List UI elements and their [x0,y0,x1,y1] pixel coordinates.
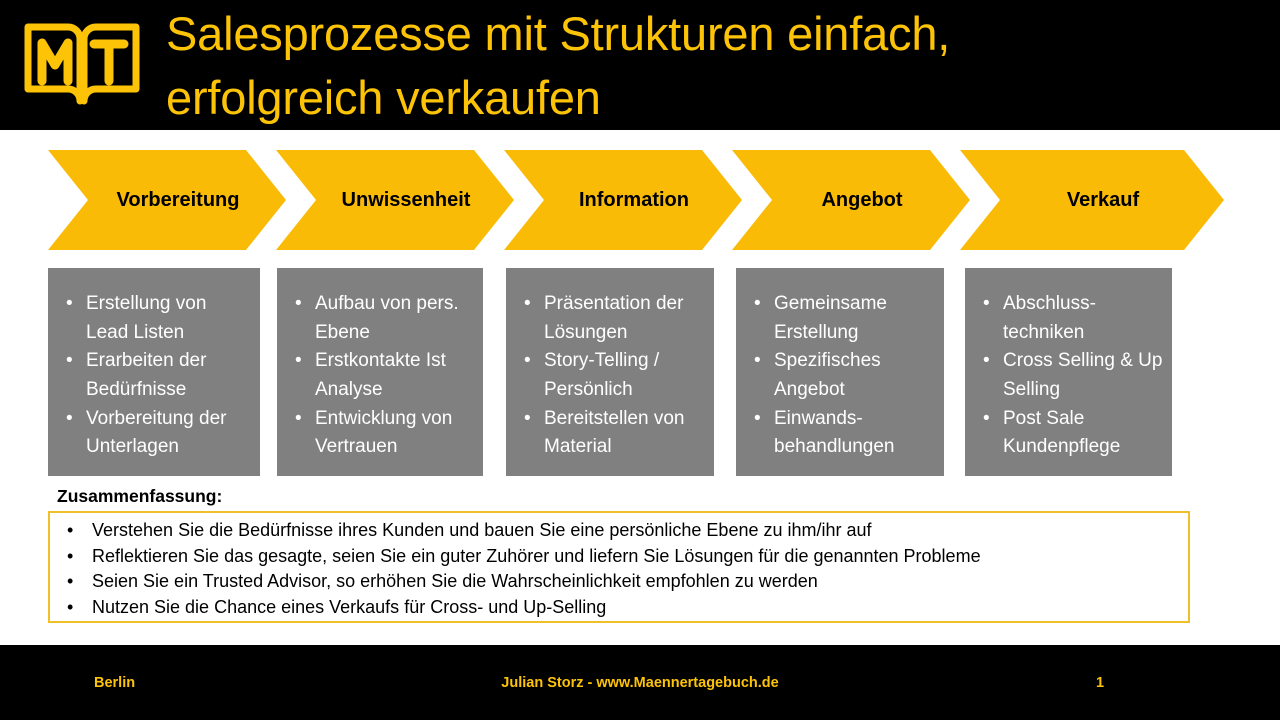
bullet-icon: • [754,407,761,429]
bullet-icon: • [66,407,73,429]
summary-list: • Verstehen Sie die Bedürfnisse ihres Kun… [50,518,1188,620]
bullet-icon: • [983,350,990,372]
summary-box: • Verstehen Sie die Bedürfnisse ihres Kun… [48,511,1190,623]
list-item-label: Erstkontakte Ist Analyse [315,350,446,401]
list-item-label: Spezifisches Angebot [774,350,881,401]
list-item: • Reflektieren Sie das gesagte, seien Sie… [50,544,1188,570]
detail-list: • Aufbau von pers. Ebene • Erstkontakte Is… [285,290,475,462]
bullet-icon: • [754,350,761,372]
list-item-label: Story-Telling / Persönlich [544,350,660,401]
slide-header: Salesprozesse mit Strukturen einfach, er… [0,0,1280,130]
bullet-icon: • [983,293,990,314]
bullet-icon: • [295,350,302,372]
process-chevron-row: Vorbereitung Unwissenheit Information An… [48,150,1224,250]
list-item-label: Abschluss-techniken [1003,293,1096,343]
bullet-icon: • [295,293,302,314]
bullet-icon: • [66,350,73,372]
bullet-icon: • [524,407,531,429]
list-item: • Erarbeiten der Bedürfnisse [56,347,252,404]
list-item: • Erstellung von Lead Listen [56,290,252,347]
detail-box-information: • Präsentation der Lösungen • Story-Tellin… [506,268,714,476]
list-item-label: Seien Sie ein Trusted Advisor, so erhöhe… [92,571,818,591]
list-item: • Nutzen Sie die Chance eines Verkaufs fü… [50,595,1188,621]
detail-list: • Abschluss-techniken • Cross Selling & Up… [973,290,1164,462]
bullet-icon: • [524,350,531,372]
list-item-label: Präsentation der Lösungen [544,293,684,343]
list-item-label: Einwands-behandlungen [774,407,895,458]
footer-page-number: 1 [1095,675,1105,691]
open-book-mt-logo-icon [24,23,140,105]
list-item: • Post Sale Kundenpflege [973,405,1164,462]
list-item: • Cross Selling & Up Selling [973,347,1164,404]
bullet-icon: • [67,596,74,617]
detail-list: • Gemeinsame Erstellung • Spezifisches Ang… [744,290,936,462]
bullet-icon: • [66,293,73,314]
list-item: • Abschluss-techniken [973,290,1164,347]
list-item: • Präsentation der Lösungen [514,290,706,347]
list-item: • Verstehen Sie die Bedürfnisse ihres Kun… [50,518,1188,544]
slide-footer: Berlin Julian Storz - www.Maennertagebuc… [0,645,1280,720]
slide: Salesprozesse mit Strukturen einfach, er… [0,0,1280,720]
detail-box-unwissenheit: • Aufbau von pers. Ebene • Erstkontakte Is… [277,268,483,476]
detail-list: • Erstellung von Lead Listen • Erarbeiten … [56,290,252,462]
process-step-label: Information [579,188,689,211]
list-item: • Entwicklung von Vertrauen [285,405,475,462]
process-step-angebot[interactable]: Angebot [732,150,970,250]
list-item-label: Cross Selling & Up Selling [1003,350,1163,401]
list-item: • Seien Sie ein Trusted Advisor, so erhöh… [50,569,1188,595]
list-item-label: Gemeinsame Erstellung [774,293,887,343]
process-step-unwissenheit[interactable]: Unwissenheit [276,150,514,250]
process-step-label: Vorbereitung [116,188,240,211]
list-item-label: Bereitstellen von Material [544,407,685,458]
bullet-icon: • [67,545,74,566]
list-item-label: Erstellung von Lead Listen [86,293,207,343]
bullet-icon: • [67,520,74,540]
process-step-label: Verkauf [1066,188,1140,211]
list-item: • Spezifisches Angebot [744,347,936,404]
list-item-label: Aufbau von pers. Ebene [315,293,459,343]
detail-box-verkauf: • Abschluss-techniken • Cross Selling & Up… [965,268,1172,476]
process-step-label: Unwissenheit [341,188,471,211]
bullet-icon: • [524,293,531,314]
process-step-vorbereitung[interactable]: Vorbereitung [48,150,286,250]
list-item-label: Vorbereitung der Unterlagen [86,407,227,458]
process-step-label: Angebot [821,188,903,211]
list-item: • Gemeinsame Erstellung [744,290,936,347]
list-item: • Einwands-behandlungen [744,405,936,462]
list-item-label: Erarbeiten der Bedürfnisse [86,350,207,401]
process-step-verkauf[interactable]: Verkauf [960,150,1224,250]
detail-list: • Präsentation der Lösungen • Story-Tellin… [514,290,706,462]
list-item: • Story-Telling / Persönlich [514,347,706,404]
process-step-information[interactable]: Information [504,150,742,250]
bullet-icon: • [983,407,990,429]
summary-heading: Zusammenfassung: [57,486,223,506]
list-item: • Aufbau von pers. Ebene [285,290,475,347]
list-item-label: Nutzen Sie die Chance eines Verkaufs für… [92,596,607,617]
detail-box-row: • Erstellung von Lead Listen • Erarbeiten … [48,268,1232,476]
list-item: • Erstkontakte Ist Analyse [285,347,475,404]
detail-box-vorbereitung: • Erstellung von Lead Listen • Erarbeiten … [48,268,260,476]
bullet-icon: • [67,571,74,591]
list-item-label: Entwicklung von Vertrauen [315,407,453,458]
list-item-label: Post Sale Kundenpflege [1003,407,1121,458]
list-item-label: Reflektieren Sie das gesagte, seien Sie … [92,545,981,566]
list-item-label: Verstehen Sie die Bedürfnisse ihres Kund… [92,520,872,540]
list-item: • Vorbereitung der Unterlagen [56,405,252,462]
bullet-icon: • [754,293,761,314]
bullet-icon: • [295,407,302,429]
page-title: Salesprozesse mit Strukturen einfach, er… [166,7,951,124]
detail-box-angebot: • Gemeinsame Erstellung • Spezifisches Ang… [736,268,944,476]
list-item: • Bereitstellen von Material [514,405,706,462]
